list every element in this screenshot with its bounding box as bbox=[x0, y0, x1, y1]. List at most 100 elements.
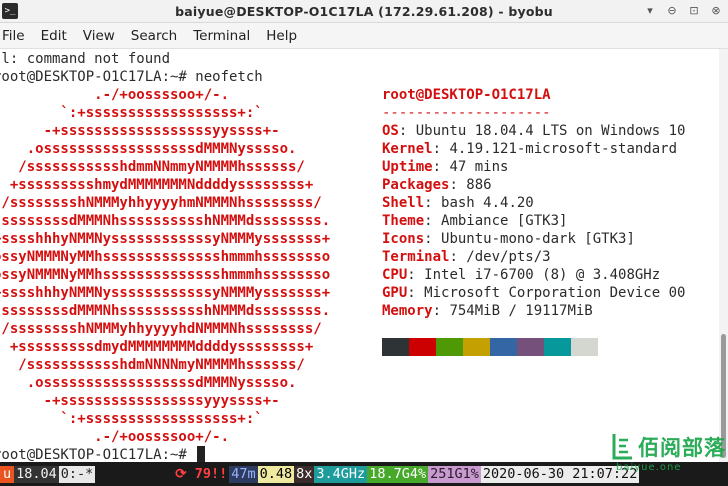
terminal-cursor bbox=[197, 446, 206, 462]
memory-usage: 18.7G4% bbox=[367, 465, 429, 483]
info-colon: : bbox=[432, 141, 450, 157]
info-value: 754MiB / 19117MiB bbox=[449, 303, 593, 319]
menu-file[interactable]: File bbox=[0, 28, 33, 44]
info-value: bash 4.4.20 bbox=[441, 195, 534, 211]
terminal-app-icon: >_ bbox=[2, 3, 18, 19]
logo-line: .ossssssssssssssssssdMMMNysssso. bbox=[0, 375, 297, 391]
info-value: Intel i7-6700 (8) @ 3.408GHz bbox=[424, 267, 661, 283]
info-key: Packages bbox=[382, 177, 450, 193]
logo-line: .ssssssssdMMMNhsssssssssshNMMMdssssssss. bbox=[0, 213, 331, 229]
info-row: Packages: 886 bbox=[382, 176, 492, 194]
logo-line: `:+ssssssssssssssssss+:` bbox=[0, 411, 263, 427]
info-value: Ubuntu-mono-dark [GTK3] bbox=[441, 231, 635, 247]
color-swatch bbox=[382, 338, 409, 356]
info-row: Theme: Ambiance [GTK3] bbox=[382, 212, 567, 230]
info-value: 886 bbox=[466, 177, 492, 193]
window-title: baiyue@DESKTOP-O1C17LA (172.29.61.208) -… bbox=[175, 3, 553, 19]
menu-search[interactable]: Search bbox=[123, 28, 185, 44]
scrollbar-thumb[interactable] bbox=[721, 334, 726, 458]
info-colon: : bbox=[424, 231, 442, 247]
menu-help[interactable]: Help bbox=[258, 28, 305, 44]
logo-line: `:+ssssssssssssssssss+:` bbox=[0, 105, 263, 121]
info-row: Icons: Ubuntu-mono-dark [GTK3] bbox=[382, 230, 635, 248]
info-colon: : bbox=[407, 285, 425, 301]
info-key: Terminal bbox=[382, 249, 450, 265]
cpu-count: 8x bbox=[294, 465, 315, 483]
load-average: 0.48 bbox=[257, 465, 295, 483]
error-line: sl: command not found bbox=[0, 51, 171, 67]
uptime-indicator: 47m bbox=[229, 465, 258, 483]
info-colon: : bbox=[398, 123, 416, 139]
logo-line: .-/+oossssoo+/-. bbox=[0, 429, 230, 445]
terminal-output[interactable]: sl: command not found root@DESKTOP-O1C17… bbox=[0, 49, 719, 462]
color-swatch bbox=[436, 338, 463, 356]
info-key: Theme bbox=[382, 213, 425, 229]
color-swatch bbox=[517, 338, 544, 356]
logo-line: +sssssssssdmydMMMMMMMMddddyssssssss+ bbox=[0, 339, 314, 355]
info-value: Microsoft Corporation Device 00 bbox=[424, 285, 686, 301]
info-value: /dev/pts/3 bbox=[466, 249, 551, 265]
info-key: GPU bbox=[382, 285, 408, 301]
info-colon: : bbox=[424, 195, 442, 211]
close-icon[interactable]: ⊗ bbox=[706, 2, 726, 20]
logo-line: ossyNMMMNyMMhsssssssssssssshmmmhssssssso bbox=[0, 249, 331, 265]
menu-terminal[interactable]: Terminal bbox=[185, 28, 258, 44]
info-key: Shell bbox=[382, 195, 425, 211]
updates-available: ⟳ 79!! bbox=[175, 465, 228, 482]
final-prompt-text: root@DESKTOP-O1C17LA:~# bbox=[0, 447, 196, 462]
menu-edit[interactable]: Edit bbox=[33, 28, 75, 44]
logo-line: -+ssssssssssssssssssyyssss+- bbox=[0, 123, 280, 139]
color-swatch bbox=[490, 338, 517, 356]
logo-line: .ossssssssssssssssssdMMMNysssso. bbox=[0, 141, 297, 157]
release-version: 18.04 bbox=[14, 465, 59, 483]
info-row: CPU: Intel i7-6700 (8) @ 3.408GHz bbox=[382, 266, 660, 284]
logo-line: +sssshhhyNMMNyssssssssssssyNMMMysssssss+ bbox=[0, 231, 331, 247]
info-key: CPU bbox=[382, 267, 408, 283]
logo-line: +sssshhhyNMMNyssssssssssssyNMMMysssssss+ bbox=[0, 285, 331, 301]
terminal-scrollbar[interactable] bbox=[719, 49, 728, 462]
info-row: OS: Ubuntu 18.04.4 LTS on Windows 10 bbox=[382, 122, 685, 140]
logo-line: /sssssssshNMMMyhhyyyyhdNMMMNhssssssss/ bbox=[0, 321, 322, 337]
info-row: GPU: Microsoft Corporation Device 00 bbox=[382, 284, 685, 302]
logo-line: /sssssssshNMMMyhhyyyyhmNMMMNhssssssss/ bbox=[0, 195, 322, 211]
info-value: Ambiance [GTK3] bbox=[441, 213, 568, 229]
logo-line: -+sssssssssssssssssyyyssss+- bbox=[0, 393, 280, 409]
minimize-icon[interactable]: ⊖ bbox=[662, 2, 682, 20]
info-key: Kernel bbox=[382, 141, 433, 157]
info-value: 47 mins bbox=[449, 159, 509, 175]
info-colon: : bbox=[449, 177, 467, 193]
info-row: Terminal: /dev/pts/3 bbox=[382, 248, 551, 266]
menu-view[interactable]: View bbox=[75, 28, 123, 44]
info-title: root@DESKTOP-O1C17LA bbox=[382, 87, 551, 103]
logo-line: /ssssssssssshdmNNNNmyNMMMMhssssss/ bbox=[0, 357, 305, 373]
color-swatch bbox=[544, 338, 571, 356]
info-key: OS bbox=[382, 123, 399, 139]
ubuntu-logo-icon: u bbox=[0, 465, 15, 483]
info-value: Ubuntu 18.04.4 LTS on Windows 10 bbox=[415, 123, 686, 139]
info-row: Kernel: 4.19.121-microsoft-standard bbox=[382, 140, 677, 158]
final-prompt[interactable]: root@DESKTOP-O1C17LA:~# bbox=[0, 446, 206, 462]
prompt-line: root@DESKTOP-O1C17LA:~# neofetch bbox=[0, 69, 263, 85]
color-palette bbox=[382, 338, 598, 356]
info-key: Memory bbox=[382, 303, 433, 319]
disk-usage: 251G1% bbox=[428, 465, 481, 483]
menu-bar: File Edit View Search Terminal Help bbox=[0, 23, 728, 49]
info-colon: : bbox=[424, 213, 442, 229]
maximize-icon[interactable]: ⊡ bbox=[684, 2, 704, 20]
info-colon: : bbox=[432, 159, 450, 175]
logo-line: /ssssssssssshdmmNNmmyNMMMMhssssss/ bbox=[0, 159, 305, 175]
info-separator: -------------------- bbox=[382, 105, 551, 121]
info-key: Uptime bbox=[382, 159, 433, 175]
byobu-status-bar: u 18.04 0:-* ⟳ 79!! 47m 0.48 8x 3.4GHz 1… bbox=[0, 462, 728, 486]
info-row: Uptime: 47 mins bbox=[382, 158, 508, 176]
window-menu-icon[interactable]: ▾ bbox=[640, 2, 660, 20]
window-list-item[interactable]: 0:-* bbox=[58, 465, 96, 483]
info-value: 4.19.121-microsoft-standard bbox=[449, 141, 678, 157]
color-swatch bbox=[463, 338, 490, 356]
logo-line: .ssssssssdMMMNhsssssssssshNMMMdssssssss. bbox=[0, 303, 331, 319]
info-colon: : bbox=[407, 267, 425, 283]
info-row: Memory: 754MiB / 19117MiB bbox=[382, 302, 593, 320]
logo-line: ossyNMMMNyMMhsssssssssssssshmmmhssssssso bbox=[0, 267, 331, 283]
info-colon: : bbox=[449, 249, 467, 265]
cpu-frequency: 3.4GHz bbox=[314, 465, 368, 483]
